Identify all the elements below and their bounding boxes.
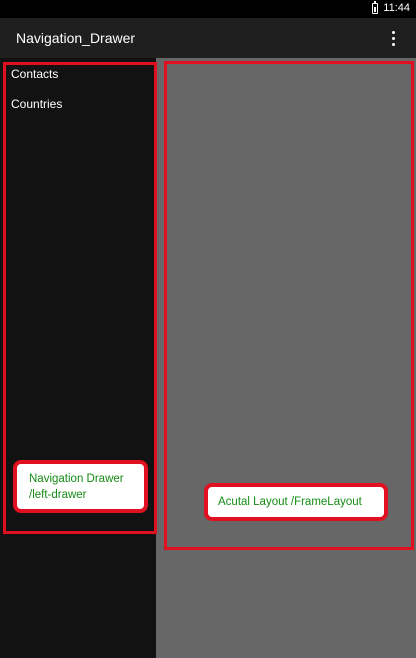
action-bar: Navigation_Drawer bbox=[0, 18, 416, 58]
app-title: Navigation_Drawer bbox=[16, 30, 136, 46]
drawer-callout-line-2: /left-drawer bbox=[29, 489, 87, 501]
overflow-menu-icon[interactable] bbox=[383, 27, 403, 49]
status-bar: 11:44 bbox=[0, 0, 416, 18]
drawer-callout-line-1: Navigation Drawer bbox=[29, 473, 124, 485]
status-indicators: 11:44 bbox=[372, 0, 410, 14]
frame-callout-text: Acutal Layout /FrameLayout bbox=[218, 496, 362, 508]
drawer-annotation-callout: Navigation Drawer /left-drawer bbox=[13, 460, 148, 513]
status-time: 11:44 bbox=[383, 2, 410, 14]
frame-annotation-callout: Acutal Layout /FrameLayout bbox=[204, 483, 388, 521]
battery-icon bbox=[372, 0, 379, 14]
frame-highlight-box bbox=[164, 61, 414, 550]
